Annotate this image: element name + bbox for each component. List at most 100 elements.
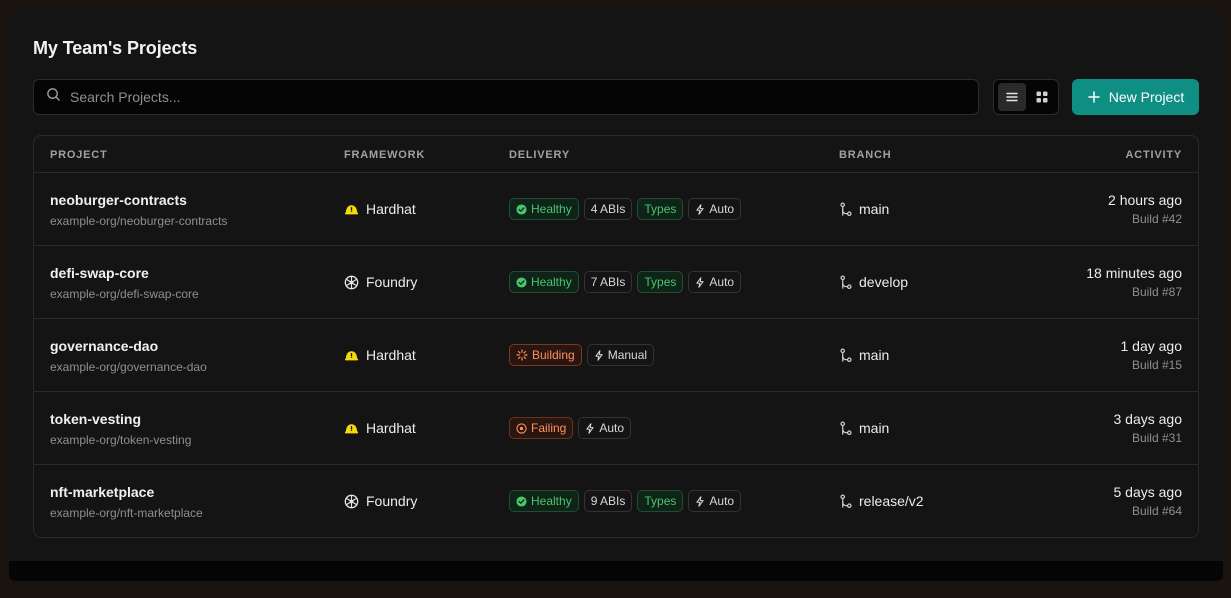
build-number: Build #64 [1131,504,1182,518]
activity-time: 3 days ago [1113,411,1183,427]
column-delivery: DELIVERY [509,149,571,161]
build-number: Build #42 [1131,212,1182,226]
grid-view-button[interactable] [1028,83,1056,111]
panel-footer-bar [9,561,1223,581]
git-branch-icon [839,494,853,509]
badge-label: Building [532,348,575,362]
badge-label: Healthy [531,275,572,289]
badge-label: Auto [709,275,735,289]
plain-badge: 7 ABIs [583,271,633,293]
delivery-badges: Failing Auto [509,417,632,439]
table-body: neoburger-contracts example-org/neoburger… [34,173,1198,538]
column-project: PROJECT [50,149,108,161]
badge-label: Auto [599,421,625,435]
check-circle-icon [516,203,527,215]
delivery-badges: Building Manual [509,344,655,366]
badge-label: Types [644,494,677,508]
spinner-icon [516,349,528,361]
table-row[interactable]: neoburger-contracts example-org/neoburger… [34,173,1198,246]
types-badge: Types [637,490,684,512]
auto-badge: Auto [688,490,742,512]
project-name[interactable]: nft-marketplace [50,484,154,500]
plain-badge: 9 ABIs [583,490,633,512]
list-icon [1006,92,1018,102]
build-number: Build #87 [1131,285,1182,299]
projects-table: PROJECT FRAMEWORK DELIVERY BRANCH ACTIVI… [33,135,1199,538]
activity-time: 2 hours ago [1108,192,1182,208]
project-repo: example-org/nft-marketplace [50,506,203,520]
git-branch-icon [839,202,853,217]
badge-label: Healthy [531,202,572,216]
page-title: My Team's Projects [33,38,198,58]
activity: 18 minutes ago Build #87 [1086,265,1182,299]
search-input[interactable] [70,89,950,105]
branch-label: main [859,420,890,436]
project-name[interactable]: neoburger-contracts [50,192,187,208]
delivery-badges: Healthy 9 ABIs Types Auto [509,490,742,512]
project-repo: example-org/defi-swap-core [50,287,199,301]
types-badge: Types [637,198,684,220]
framework: Hardhat [344,201,416,217]
framework: Hardhat [344,347,416,363]
table-row[interactable]: token-vesting example-org/token-vesting Ha… [34,392,1198,465]
hardhat-icon [344,202,359,217]
badge-label: Types [644,275,677,289]
framework: Foundry [344,274,417,290]
new-project-label: New Project [1108,89,1185,105]
branch-label: release/v2 [859,493,924,509]
project-name[interactable]: token-vesting [50,411,141,427]
check-circle-icon [516,276,527,288]
types-badge: Types [637,271,684,293]
badge-label: 7 ABIs [590,275,626,289]
table-header: PROJECT FRAMEWORK DELIVERY BRANCH ACTIVI… [34,136,1198,173]
list-view-button[interactable] [998,83,1026,111]
build-number: Build #31 [1131,431,1182,445]
table-row[interactable]: governance-dao example-org/governance-dao… [34,319,1198,392]
bolt-icon [695,495,705,507]
search-icon [46,87,61,107]
activity: 3 days ago Build #31 [1114,411,1183,445]
project-name[interactable]: defi-swap-core [50,265,149,281]
failing-badge: Failing [509,417,574,439]
project-repo: example-org/token-vesting [50,433,192,447]
activity: 5 days ago Build #64 [1114,484,1183,518]
framework-label: Hardhat [366,347,416,363]
framework-label: Foundry [366,274,418,290]
delivery-badges: Healthy 4 ABIs Types Auto [509,198,742,220]
activity: 1 day ago Build #15 [1121,338,1183,372]
badge-label: 9 ABIs [590,494,626,508]
table-row[interactable]: defi-swap-core example-org/defi-swap-core… [34,246,1198,319]
git-branch-icon [839,275,853,290]
auto-badge: Auto [688,198,742,220]
healthy-badge: Healthy [509,271,579,293]
git-branch-icon [839,421,853,436]
auto-badge: Auto [578,417,632,439]
plain-badge: 4 ABIs [583,198,633,220]
badge-label: Healthy [531,494,572,508]
auto-badge: Auto [688,271,742,293]
activity-time: 5 days ago [1113,484,1183,500]
bolt-icon [585,422,595,434]
bolt-icon [695,276,705,288]
badge-label: 4 ABIs [590,202,626,216]
project-name[interactable]: governance-dao [50,338,158,354]
projects-panel: My Team's Projects New Project PROJECT F… [9,11,1223,581]
new-project-button[interactable]: New Project [1072,79,1199,115]
branch-label: main [859,347,890,363]
building-badge: Building [509,344,582,366]
delivery-badges: Healthy 7 ABIs Types Auto [509,271,742,293]
branch-label: main [859,201,890,217]
branch: main [839,420,889,436]
badge-label: Types [644,202,677,216]
search-bar[interactable] [33,79,979,115]
hardhat-icon [344,348,359,363]
bolt-icon [695,203,705,215]
badge-label: Auto [709,202,735,216]
plus-icon [1088,91,1100,103]
table-row[interactable]: nft-marketplace example-org/nft-marketpla… [34,465,1198,538]
badge-label: Manual [607,348,648,362]
healthy-badge: Healthy [509,490,579,512]
bolt-icon [594,349,604,361]
column-activity: ACTIVITY [1125,149,1182,161]
healthy-badge: Healthy [509,198,579,220]
